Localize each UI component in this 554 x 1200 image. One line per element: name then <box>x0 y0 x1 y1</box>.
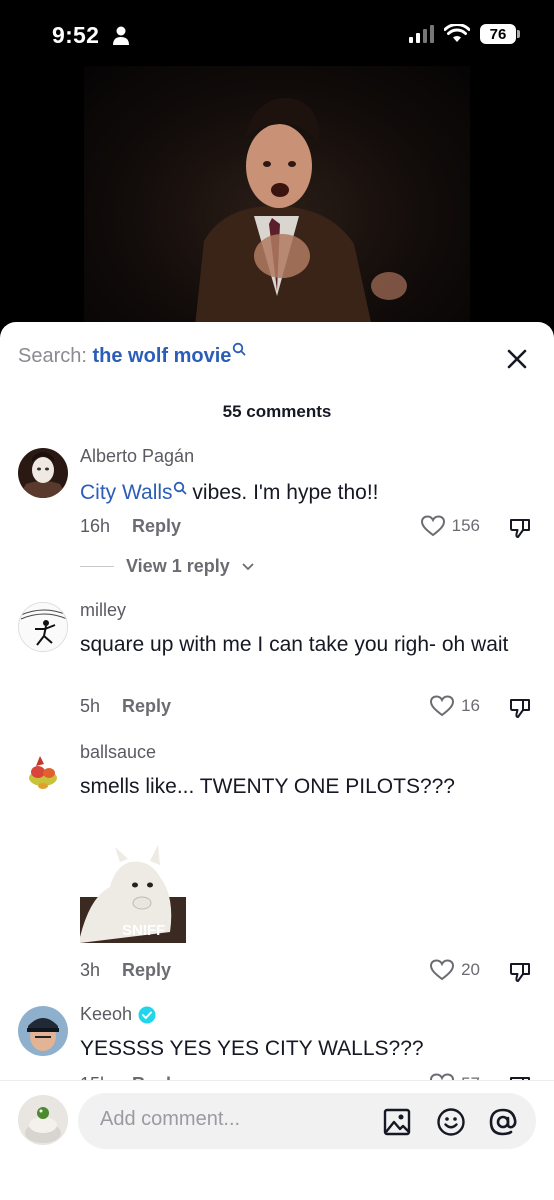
add-comment-input[interactable]: Add comment... <box>78 1093 536 1149</box>
heart-icon <box>420 515 445 537</box>
sticker-label: SNIFF <box>122 922 165 939</box>
search-term-link[interactable]: the wolf movie <box>93 345 232 367</box>
heart-icon <box>430 695 455 717</box>
video-frame <box>194 97 407 336</box>
comment-text: smells like... TWENTY ONE PILOTS??? <box>80 775 455 798</box>
status-time: 9:52 <box>52 22 100 48</box>
comment-username[interactable]: ballsauce <box>80 742 156 763</box>
comment-meta: 16h Reply <box>80 516 181 537</box>
like-count: 16 <box>461 696 480 715</box>
avatar[interactable] <box>18 448 68 498</box>
battery-level: 76 <box>489 25 507 43</box>
like-button[interactable]: 20 <box>429 958 480 982</box>
comment-username[interactable]: milley <box>80 600 126 621</box>
comments-count: 55 comments <box>222 402 332 421</box>
dislike-icon[interactable] <box>508 516 532 540</box>
cellular-signal-icon <box>409 25 434 43</box>
reply-button[interactable]: Reply <box>122 696 171 717</box>
username-text: Keeoh <box>80 1004 133 1024</box>
username-text: Alberto Pagán <box>80 446 195 466</box>
avatar[interactable] <box>18 1006 68 1056</box>
username-text: milley <box>80 600 127 620</box>
comment-item: ballsauce smells like... TWENTY ONE PILO… <box>0 742 554 992</box>
search-icon <box>173 481 186 495</box>
view-replies-label: View 1 reply <box>126 556 230 576</box>
status-bar: 9:52 76 <box>0 0 554 70</box>
search-label: Search: <box>18 345 87 367</box>
comment-text: YESSSS YES YES CITY WALLS??? <box>80 1037 424 1060</box>
avatar[interactable] <box>18 602 68 652</box>
comment-search-link[interactable]: City Walls <box>80 481 173 504</box>
avatar[interactable] <box>18 744 68 794</box>
video-player[interactable] <box>84 66 470 336</box>
image-icon[interactable] <box>382 1107 412 1137</box>
reply-button[interactable]: Reply <box>132 516 181 537</box>
comment-time: 3h <box>80 960 101 980</box>
dislike-icon[interactable] <box>508 960 532 984</box>
chevron-down-icon <box>242 562 254 570</box>
comment-text: City Walls vibes. I'm hype tho!! <box>80 478 510 507</box>
heart-icon <box>430 959 455 981</box>
status-indicators: 76 <box>409 24 520 44</box>
like-count: 156 <box>451 516 480 535</box>
sticker-image[interactable]: SNIFF <box>80 837 186 943</box>
comment-meta: 5h Reply <box>80 696 171 717</box>
like-button[interactable]: 16 <box>429 694 480 718</box>
comment-username[interactable]: Keeoh <box>80 1004 156 1025</box>
add-comment-placeholder: Add comment... <box>100 1108 241 1130</box>
emoji-icon[interactable] <box>436 1107 466 1137</box>
like-button[interactable]: 156 <box>420 514 480 538</box>
comment-username[interactable]: Alberto Pagán <box>80 446 194 467</box>
comment-text: square up with me I can take you righ- o… <box>80 633 509 656</box>
current-user-avatar[interactable] <box>18 1095 68 1145</box>
divider <box>80 566 114 567</box>
comment-meta: 3h Reply <box>80 960 171 981</box>
view-replies-button[interactable]: View 1 reply <box>80 556 254 577</box>
search-suggestion[interactable]: Search: the wolf movie <box>18 342 246 368</box>
wifi-icon <box>444 24 470 42</box>
username-text: ballsauce <box>80 742 157 762</box>
dislike-icon[interactable] <box>508 696 532 720</box>
comments-sheet: Search: the wolf movie 55 comments Alber… <box>0 322 554 1200</box>
comment-item: Alberto Pagán City Walls vibes. I'm hype… <box>0 446 554 586</box>
close-icon[interactable] <box>504 346 530 372</box>
like-count: 20 <box>461 960 480 979</box>
mention-icon[interactable] <box>488 1107 518 1137</box>
comment-item: milley square up with me I can take you … <box>0 600 554 720</box>
reply-button[interactable]: Reply <box>122 960 171 981</box>
comment-body: vibes. I'm hype tho!! <box>186 481 379 504</box>
comment-time: 16h <box>80 516 111 536</box>
person-icon <box>113 26 129 45</box>
comment-time: 5h <box>80 696 101 716</box>
search-icon <box>233 342 246 356</box>
comment-input-bar: Add comment... <box>0 1080 554 1200</box>
battery-icon: 76 <box>480 24 520 44</box>
verified-badge-icon <box>138 1006 156 1023</box>
